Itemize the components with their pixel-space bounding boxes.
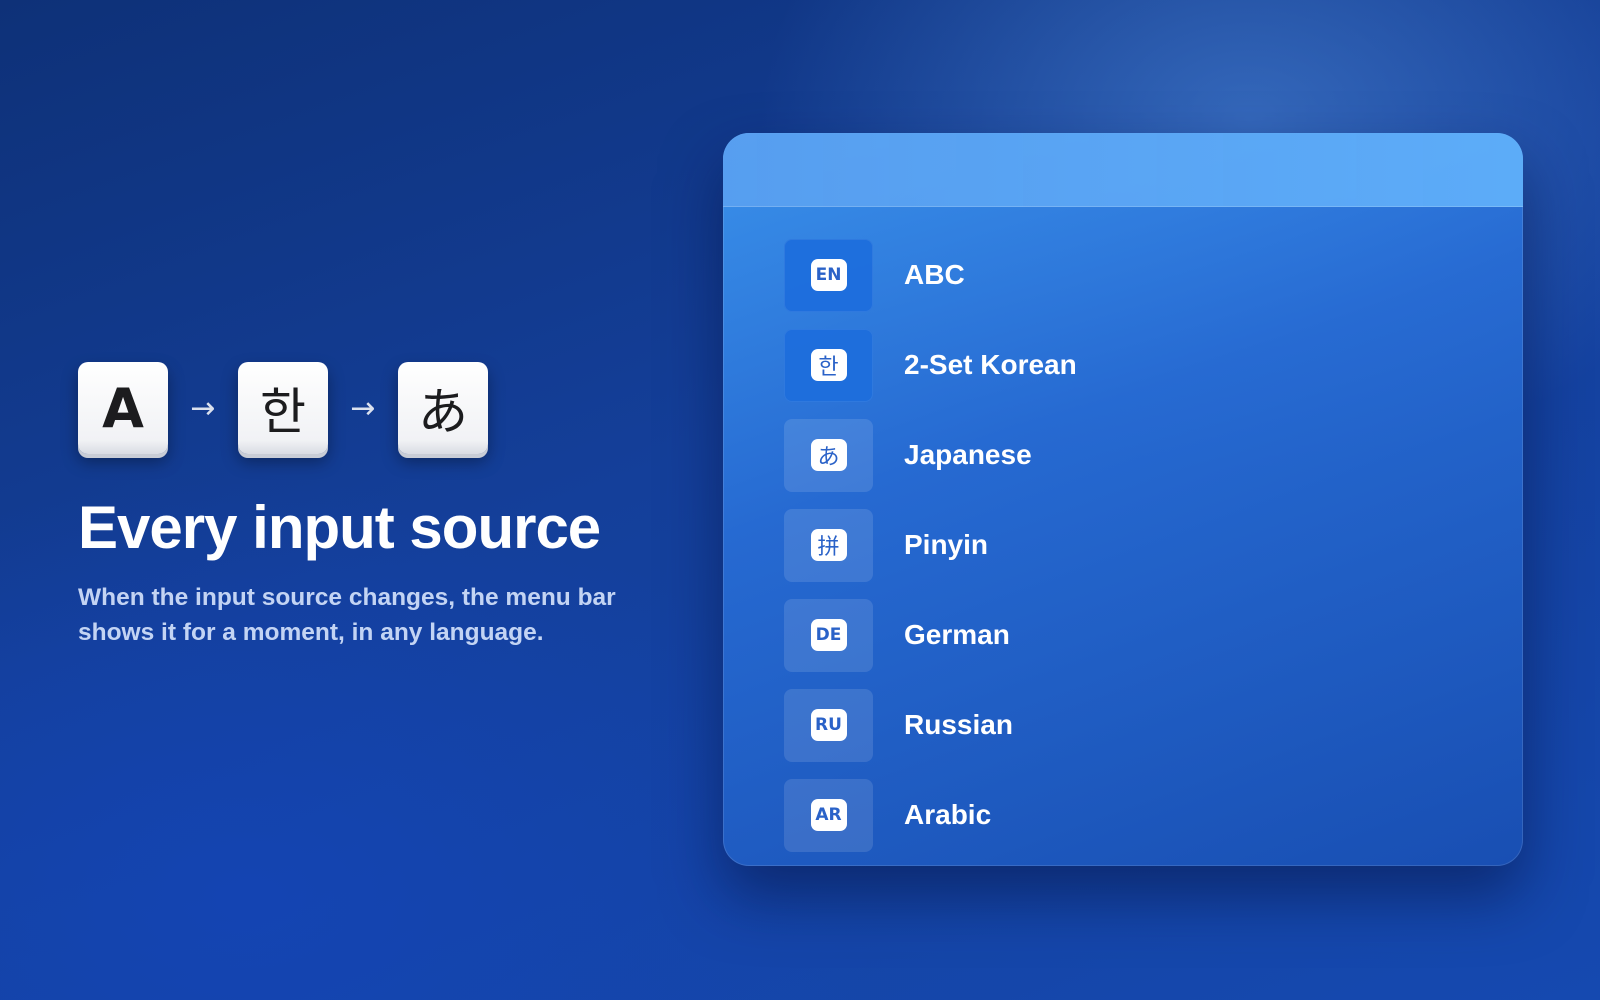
key-a-icon: A [78, 362, 168, 454]
subheadline: When the input source changes, the menu … [78, 580, 678, 650]
arrow-right-icon: → [190, 390, 216, 426]
en-badge-icon: EN [810, 259, 847, 291]
input-source-item-pinyin[interactable]: 拼 Pinyin [784, 500, 1523, 590]
subheadline-line-1: When the input source changes, the menu … [78, 584, 616, 611]
korean-badge-icon: 한 [810, 349, 847, 381]
key-sequence: A → 한 → あ [78, 360, 678, 456]
input-source-tile: あ [784, 418, 873, 492]
input-source-panel: EN ABC 한 2-Set Korean あ Japanese 拼 Pinyi… [723, 133, 1523, 866]
key-hiragana-icon: あ [398, 362, 488, 454]
input-source-item-russian[interactable]: RU Russian [784, 680, 1523, 770]
pinyin-badge-icon: 拼 [810, 529, 847, 561]
input-source-tile: RU [784, 688, 873, 762]
headline: Every input source [78, 494, 601, 561]
input-source-tile: 한 [784, 328, 873, 402]
ar-badge-icon: AR [810, 799, 847, 831]
input-source-item-japanese[interactable]: あ Japanese [784, 410, 1523, 500]
de-badge-icon: DE [810, 619, 847, 651]
input-source-tile: AR [784, 778, 873, 852]
panel-header [723, 133, 1523, 207]
input-source-tile: EN [784, 238, 873, 312]
input-source-label: Japanese [904, 439, 1032, 470]
input-source-item-abc[interactable]: EN ABC [784, 230, 1523, 320]
input-source-label: ABC [904, 259, 965, 290]
input-source-label: Russian [904, 709, 1013, 740]
japanese-badge-icon: あ [810, 439, 847, 471]
arrow-right-icon: → [350, 390, 376, 426]
key-hangul-icon: 한 [238, 362, 328, 454]
input-source-tile: 拼 [784, 508, 873, 582]
hero-section: A → 한 → あ Every input source When the in… [78, 360, 678, 650]
input-source-label: German [904, 619, 1010, 650]
input-source-item-german[interactable]: DE German [784, 590, 1523, 680]
input-source-list: EN ABC 한 2-Set Korean あ Japanese 拼 Pinyi… [723, 207, 1523, 860]
ru-badge-icon: RU [810, 709, 847, 741]
input-source-label: 2-Set Korean [904, 349, 1077, 380]
input-source-item-arabic[interactable]: AR Arabic [784, 770, 1523, 860]
subheadline-line-2: shows it for a moment, in any language. [78, 619, 544, 646]
input-source-item-korean[interactable]: 한 2-Set Korean [784, 320, 1523, 410]
input-source-tile: DE [784, 598, 873, 672]
input-source-label: Pinyin [904, 529, 989, 560]
input-source-label: Arabic [904, 799, 992, 830]
